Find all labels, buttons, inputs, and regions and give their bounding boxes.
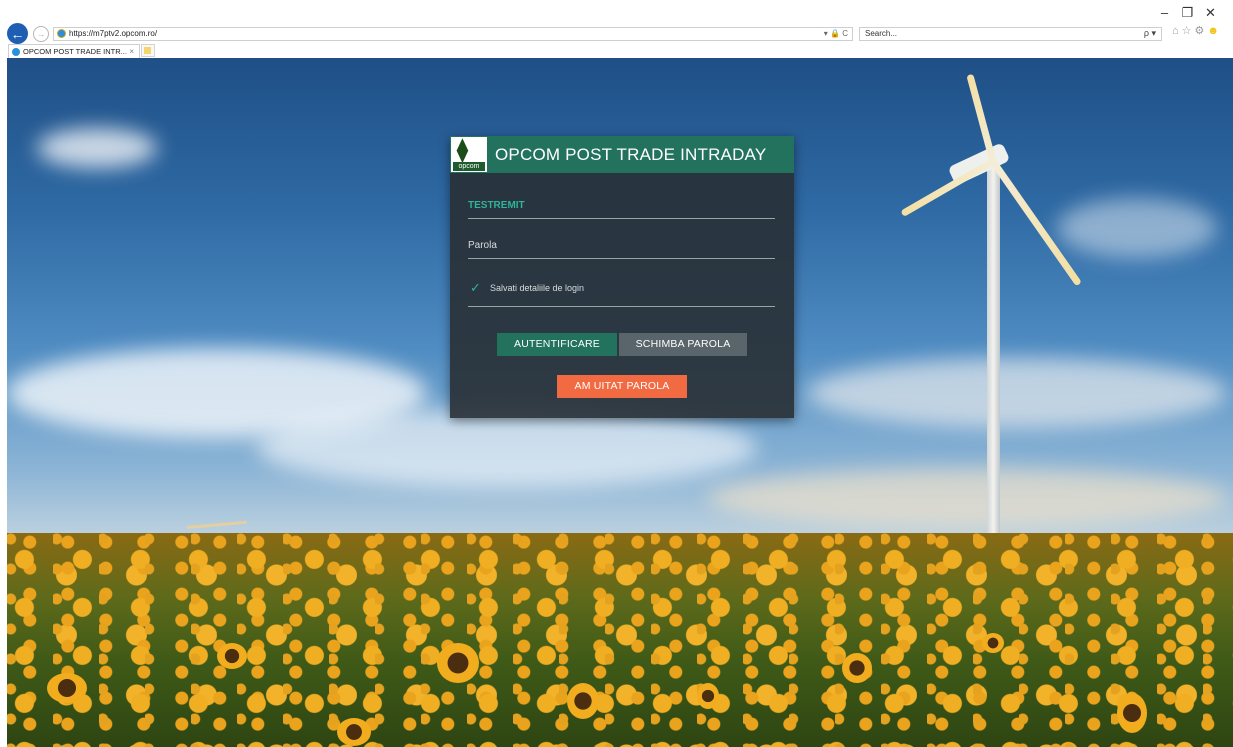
sunflower xyxy=(437,643,479,683)
login-panel: ⧫ opcom OPCOM POST TRADE INTRADAY TESTRE… xyxy=(450,136,794,418)
site-favicon-icon xyxy=(57,29,66,38)
sunflower xyxy=(337,718,371,746)
browser-tab[interactable]: OPCOM POST TRADE INTR... × xyxy=(8,44,140,58)
maximize-button[interactable]: ❐ xyxy=(1176,5,1199,21)
cloud xyxy=(707,468,1227,528)
minimize-button[interactable]: – xyxy=(1153,5,1176,20)
distant-wind-turbine xyxy=(186,520,247,529)
search-input[interactable]: Search... ρ ▾ xyxy=(859,27,1162,41)
password-field[interactable]: Parola xyxy=(468,233,775,259)
search-placeholder: Search... xyxy=(865,29,898,38)
cloud xyxy=(37,128,157,168)
back-arrow-icon: ← xyxy=(10,25,25,42)
wind-turbine-tower xyxy=(987,163,1000,538)
new-tab-button[interactable] xyxy=(141,44,155,57)
tab-close-icon[interactable]: × xyxy=(129,45,134,58)
sunflower xyxy=(842,653,872,683)
search-icon[interactable]: ρ ▾ xyxy=(1144,27,1156,39)
sunflower xyxy=(697,683,719,709)
logo-chevron-icon: ⧫ xyxy=(457,137,468,162)
login-header: ⧫ opcom OPCOM POST TRADE INTRADAY xyxy=(450,136,794,173)
sunflower xyxy=(217,643,247,669)
forward-button[interactable]: → xyxy=(33,26,49,42)
login-title: OPCOM POST TRADE INTRADAY xyxy=(495,145,767,164)
window-controls: – ❐ ✕ xyxy=(1153,5,1222,21)
feedback-smiley-icon[interactable]: ☻ xyxy=(1207,25,1222,37)
password-placeholder: Parola xyxy=(468,240,497,251)
forward-arrow-icon: → xyxy=(36,29,46,39)
remember-login-label[interactable]: Salvati detaliile de login xyxy=(490,283,584,293)
forgot-password-button[interactable]: AM UITAT PAROLA xyxy=(557,375,687,398)
home-icon[interactable]: ⌂ xyxy=(1172,25,1182,37)
cloud xyxy=(1057,198,1217,258)
browser-chrome: ← → https://m7ptv2.opcom.ro/ ▾ 🔒 C Searc… xyxy=(0,0,1233,58)
cloud xyxy=(257,408,757,488)
sunflower xyxy=(47,673,87,703)
wind-turbine-blade xyxy=(966,73,997,163)
address-bar[interactable]: https://m7ptv2.opcom.ro/ ▾ 🔒 C xyxy=(53,27,853,41)
back-button[interactable]: ← xyxy=(7,23,28,44)
logo-label: opcom xyxy=(453,162,485,171)
close-window-button[interactable]: ✕ xyxy=(1199,5,1222,21)
address-url[interactable]: https://m7ptv2.opcom.ro/ xyxy=(69,28,157,40)
change-password-button[interactable]: SCHIMBA PAROLA xyxy=(619,333,747,356)
address-controls[interactable]: ▾ 🔒 C xyxy=(824,28,848,40)
checkmark-icon[interactable]: ✓ xyxy=(470,280,481,296)
browser-toolbar-icons: ⌂☆⚙☻ xyxy=(1172,24,1222,37)
tab-title: OPCOM POST TRADE INTR... xyxy=(23,47,127,56)
wind-turbine-blade xyxy=(900,158,995,218)
login-form: TESTREMIT Parola ✓ Salvati detaliile de … xyxy=(450,173,794,418)
login-button[interactable]: AUTENTIFICARE xyxy=(497,333,617,356)
username-field[interactable]: TESTREMIT xyxy=(468,193,775,219)
opcom-logo: ⧫ opcom xyxy=(451,137,487,172)
sunflower xyxy=(567,683,599,719)
sunflower xyxy=(1117,693,1147,733)
tab-favicon-icon xyxy=(12,48,20,56)
favorites-star-icon[interactable]: ☆ xyxy=(1182,25,1195,37)
sunflower xyxy=(982,633,1004,653)
settings-gear-icon[interactable]: ⚙ xyxy=(1195,25,1208,37)
cloud xyxy=(807,358,1227,428)
sunflower-field xyxy=(7,533,1233,747)
username-value[interactable]: TESTREMIT xyxy=(468,200,525,211)
remember-login-checkbox[interactable]: ✓ Salvati detaliile de login xyxy=(468,276,775,307)
